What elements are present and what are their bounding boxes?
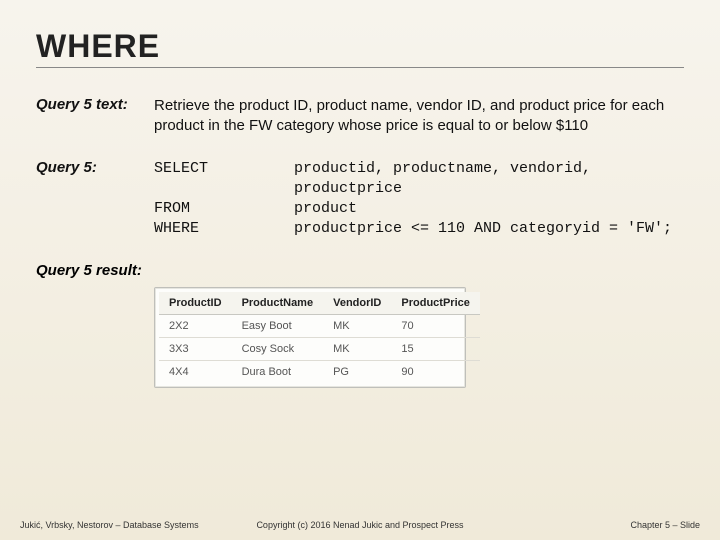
query-text-body: Retrieve the product ID, product name, v… (154, 96, 684, 137)
footer-right: Chapter 5 – Slide (630, 520, 700, 530)
col-productname: ProductName (232, 292, 324, 315)
table-header-row: ProductID ProductName VendorID ProductPr… (159, 292, 480, 315)
query-sql-row: Query 5: SELECT FROM WHERE productid, pr… (36, 159, 684, 240)
slide-title: WHERE (36, 28, 684, 68)
sql-body: productid, productname, vendorid, produc… (294, 159, 684, 240)
query-text-row: Query 5 text: Retrieve the product ID, p… (36, 96, 684, 137)
col-vendorid: VendorID (323, 292, 391, 315)
col-productid: ProductID (159, 292, 232, 315)
col-productprice: ProductPrice (391, 292, 479, 315)
result-label: Query 5 result: (36, 262, 684, 279)
table-row: 2X2 Easy Boot MK 70 (159, 314, 480, 337)
result-table-container: ProductID ProductName VendorID ProductPr… (154, 287, 466, 388)
cell: 3X3 (159, 337, 232, 360)
table-row: 3X3 Cosy Sock MK 15 (159, 337, 480, 360)
sql-where-body: productprice <= 110 AND categoryid = 'FW… (294, 219, 684, 239)
cell: Dura Boot (232, 360, 324, 383)
cell: MK (323, 337, 391, 360)
sql-kw-from: FROM (154, 199, 294, 219)
footer: Jukić, Vrbsky, Nestorov – Database Syste… (0, 520, 720, 530)
sql-kw-select: SELECT (154, 159, 294, 179)
cell: PG (323, 360, 391, 383)
result-table: ProductID ProductName VendorID ProductPr… (159, 292, 480, 383)
cell: 70 (391, 314, 479, 337)
cell: 90 (391, 360, 479, 383)
sql-select-cols: productid, productname, vendorid, produc… (294, 159, 684, 200)
sql-block: SELECT FROM WHERE productid, productname… (154, 159, 684, 240)
query-text-label: Query 5 text: (36, 96, 154, 137)
footer-left: Jukić, Vrbsky, Nestorov – Database Syste… (20, 520, 199, 530)
query-label: Query 5: (36, 159, 154, 240)
cell: 15 (391, 337, 479, 360)
cell: 4X4 (159, 360, 232, 383)
sql-from-body: product (294, 199, 684, 219)
cell: 2X2 (159, 314, 232, 337)
table-row: 4X4 Dura Boot PG 90 (159, 360, 480, 383)
cell: MK (323, 314, 391, 337)
sql-kw-where: WHERE (154, 219, 294, 239)
cell: Easy Boot (232, 314, 324, 337)
cell: Cosy Sock (232, 337, 324, 360)
sql-keywords: SELECT FROM WHERE (154, 159, 294, 240)
